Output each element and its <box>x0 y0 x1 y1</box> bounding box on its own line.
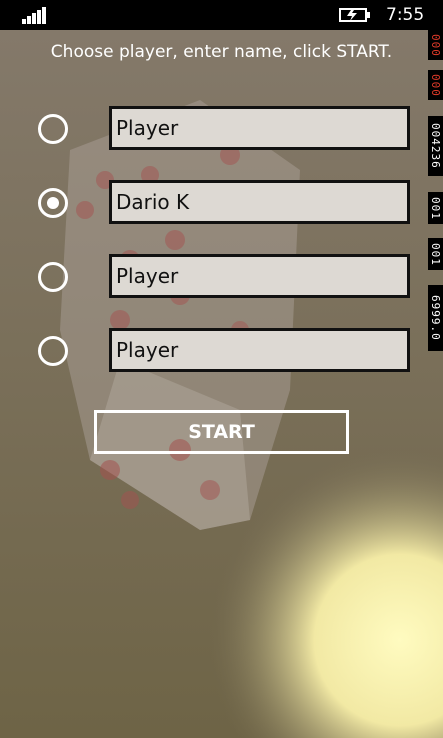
debug-counter-1: 000 <box>428 30 443 60</box>
instruction-text: Choose player, enter name, click START. <box>50 42 393 62</box>
player-4-name-input[interactable] <box>109 328 410 372</box>
player-2-radio[interactable] <box>38 188 68 218</box>
player-row-4 <box>0 328 443 374</box>
player-1-radio[interactable] <box>38 114 68 144</box>
debug-counter-4: 001 <box>428 192 443 224</box>
debug-counter-5: 001 <box>428 238 443 270</box>
start-button[interactable]: START <box>94 410 349 454</box>
signal-strength-icon <box>22 6 50 24</box>
debug-counter-2: 000 <box>428 70 443 100</box>
player-row-2 <box>0 180 443 226</box>
debug-counter-6: 6999.0 <box>428 285 443 351</box>
frame-rate-counter: 000 000 004236 001 001 6999.0 <box>428 30 443 370</box>
radio-selected-dot <box>47 197 59 209</box>
status-bar: 7:55 <box>0 0 443 30</box>
player-3-radio[interactable] <box>38 262 68 292</box>
player-4-radio[interactable] <box>38 336 68 366</box>
player-select-screen: Choose player, enter name, click START. … <box>0 30 443 738</box>
status-time: 7:55 <box>386 5 425 25</box>
debug-counter-3: 004236 <box>428 116 443 176</box>
player-row-3 <box>0 254 443 300</box>
player-row-1 <box>0 106 443 152</box>
player-3-name-input[interactable] <box>109 254 410 298</box>
player-2-name-input[interactable] <box>109 180 410 224</box>
battery-charging-icon <box>339 8 370 22</box>
player-1-name-input[interactable] <box>109 106 410 150</box>
